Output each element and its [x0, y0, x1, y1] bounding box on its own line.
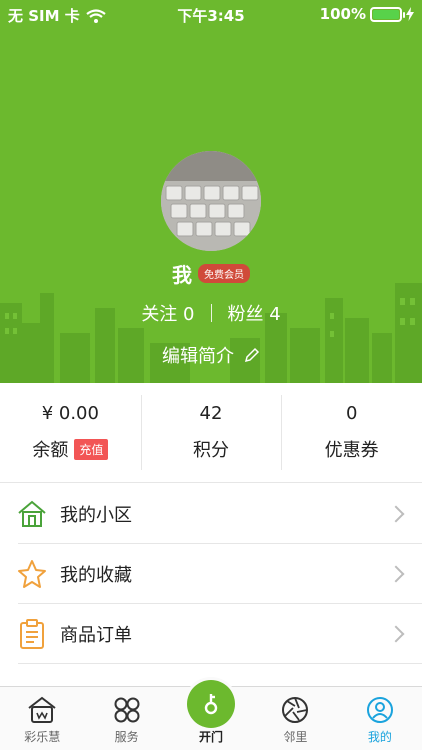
charging-bolt-icon [406, 7, 414, 21]
follow-label: 关注 [141, 304, 178, 325]
fans-count: 4 [269, 304, 281, 325]
home-icon [27, 695, 57, 725]
keyboard-photo-icon [161, 151, 261, 251]
tab-label: 邻里 [283, 730, 308, 744]
points-stat[interactable]: 42 积分 [140, 383, 282, 482]
follow-link[interactable]: 关注 0 [141, 300, 194, 326]
chevron-right-icon [387, 565, 405, 583]
clipboard-icon [16, 618, 48, 650]
member-badge: 免费会员 [198, 264, 250, 283]
name-row: 我 免费会员 [0, 259, 422, 288]
coupons-stat[interactable]: 0 优惠券 [281, 383, 422, 482]
status-bar: 无 SIM 卡 下午3:45 100% [0, 0, 422, 30]
menu-list: 我的小区 我的收藏 商品订单 [0, 484, 422, 664]
tab-label: 服务 [114, 730, 139, 744]
balance-value: ¥ 0.00 [41, 403, 99, 424]
key-icon [204, 694, 218, 715]
follow-stats: 关注 0 粉丝 4 [0, 300, 422, 326]
battery-icon [370, 6, 405, 22]
tab-label: 我的 [367, 730, 392, 744]
menu-label: 商品订单 [60, 625, 132, 646]
edit-profile-label: 编辑简介 [162, 346, 234, 367]
chevron-right-icon [387, 625, 405, 643]
tab-label: 开门 [199, 730, 224, 744]
pencil-icon [244, 347, 260, 363]
edit-profile-button[interactable]: 编辑简介 [0, 342, 422, 368]
menu-item-favorites[interactable]: 我的收藏 [0, 544, 422, 604]
divider [210, 304, 212, 322]
services-icon [112, 695, 142, 725]
menu-item-orders[interactable]: 商品订单 [0, 604, 422, 664]
profile-header: 我 免费会员 关注 0 粉丝 4 编辑简介 [0, 0, 422, 383]
fans-link[interactable]: 粉丝 4 [228, 300, 281, 326]
balance-stat[interactable]: ¥ 0.00 余额 充值 [0, 383, 141, 482]
chevron-right-icon [387, 505, 405, 523]
account-stats: ¥ 0.00 余额 充值 42 积分 0 优惠券 [0, 383, 422, 483]
avatar[interactable] [161, 151, 261, 251]
open-door-button[interactable] [187, 680, 235, 728]
fans-label: 粉丝 [227, 304, 264, 325]
balance-label: 余额 [32, 440, 69, 461]
tab-label: 彩乐慧 [24, 730, 61, 744]
house-icon [16, 498, 48, 530]
points-value: 42 [199, 403, 223, 424]
profile-icon [365, 695, 395, 725]
tab-services[interactable]: 服务 [84, 687, 168, 750]
follow-count: 0 [183, 304, 195, 325]
points-label: 积分 [193, 440, 229, 461]
tab-neighbors[interactable]: 邻里 [253, 687, 337, 750]
user-name: 我 [172, 263, 192, 287]
tab-home[interactable]: 彩乐慧 [0, 687, 84, 750]
camera-aperture-icon [280, 695, 310, 725]
coupons-label: 优惠券 [324, 440, 379, 461]
tab-mine[interactable]: 我的 [338, 687, 422, 750]
menu-label: 我的收藏 [60, 565, 132, 586]
battery-percent: 100% [319, 5, 366, 23]
coupons-value: 0 [345, 403, 358, 424]
star-icon [16, 558, 48, 590]
menu-item-my-community[interactable]: 我的小区 [0, 484, 422, 544]
menu-label: 我的小区 [60, 505, 132, 526]
recharge-button[interactable]: 充值 [74, 438, 109, 460]
